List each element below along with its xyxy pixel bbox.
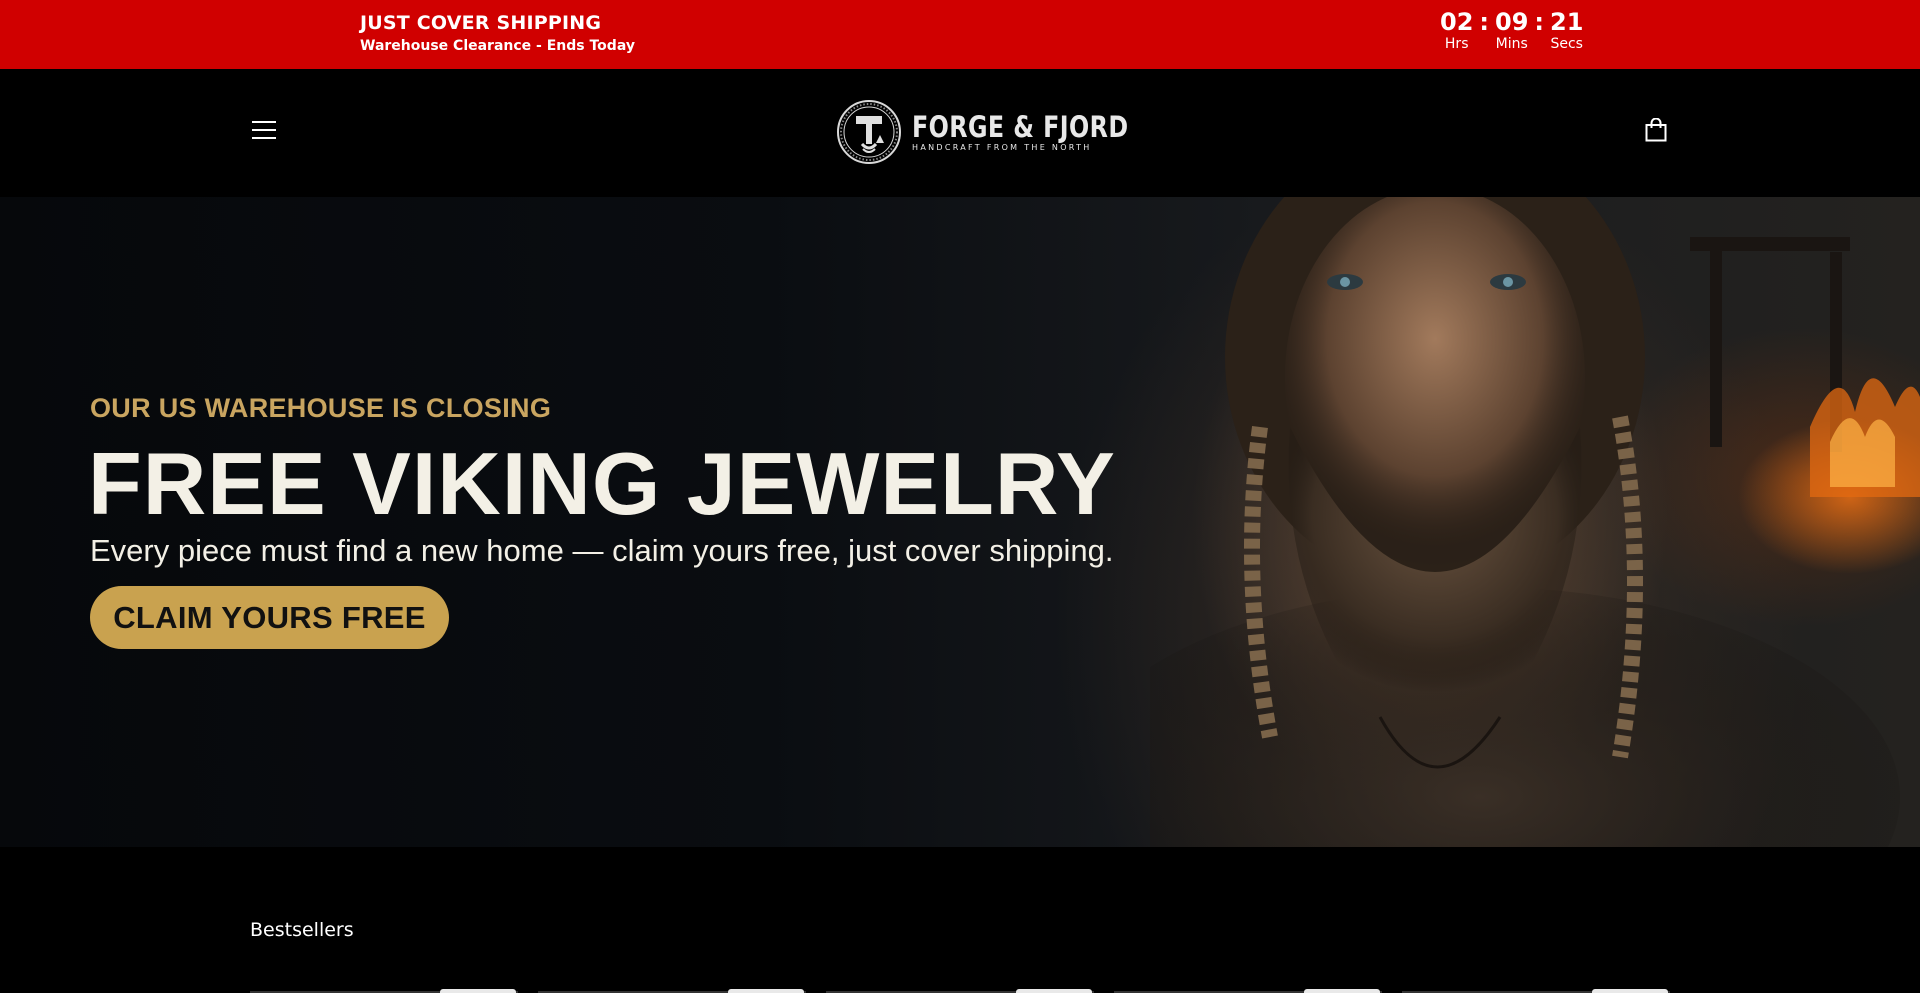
announcement-bar: JUST COVER SHIPPING Warehouse Clearance … bbox=[0, 0, 1920, 69]
hamburger-menu-icon[interactable] bbox=[252, 121, 276, 141]
logo-text: FORGE & FJORD HANDCRAFT FROM THE NORTH bbox=[912, 111, 1176, 153]
shopping-bag-icon[interactable] bbox=[1645, 118, 1667, 142]
announcement-title: JUST COVER SHIPPING bbox=[360, 12, 602, 34]
countdown-separator: : bbox=[1534, 8, 1545, 36]
hero-banner: OUR US WAREHOUSE IS CLOSING FREE VIKING … bbox=[0, 197, 1920, 847]
countdown-hours: 02 Hrs bbox=[1440, 7, 1473, 52]
viking-portrait-image bbox=[1150, 197, 1920, 847]
countdown-timer: 02 Hrs : 09 Mins : 21 Secs bbox=[1440, 7, 1583, 52]
hero-subtitle: Every piece must find a new home — claim… bbox=[90, 533, 1114, 568]
countdown-seconds-label: Secs bbox=[1550, 36, 1583, 52]
countdown-separator: : bbox=[1479, 8, 1490, 36]
logo-name: FORGE & FJORD bbox=[912, 110, 1129, 144]
claim-free-button[interactable]: CLAIM YOURS FREE bbox=[90, 586, 449, 649]
product-card[interactable] bbox=[826, 989, 1094, 993]
product-grid bbox=[250, 989, 1670, 993]
product-card[interactable] bbox=[250, 989, 518, 993]
logo-tagline: HANDCRAFT FROM THE NORTH bbox=[912, 143, 1092, 152]
product-card[interactable] bbox=[1402, 989, 1670, 993]
countdown-hours-label: Hrs bbox=[1444, 36, 1469, 52]
product-card[interactable] bbox=[1114, 989, 1382, 993]
countdown-seconds-value: 21 bbox=[1550, 8, 1584, 36]
site-header: FORGE & FJORD HANDCRAFT FROM THE NORTH bbox=[0, 69, 1920, 197]
announcement-subtitle: Warehouse Clearance - Ends Today bbox=[360, 38, 635, 54]
bestsellers-heading: Bestsellers bbox=[250, 919, 354, 941]
countdown-minutes-label: Mins bbox=[1495, 36, 1528, 52]
countdown-minutes-value: 09 bbox=[1495, 8, 1529, 36]
bestsellers-section: Bestsellers bbox=[0, 847, 1920, 993]
hero-eyebrow: OUR US WAREHOUSE IS CLOSING bbox=[90, 393, 552, 423]
countdown-seconds: 21 Secs bbox=[1550, 7, 1583, 52]
product-card[interactable] bbox=[538, 989, 806, 993]
hammer-emblem-icon bbox=[837, 100, 901, 164]
countdown-minutes: 09 Mins bbox=[1495, 7, 1528, 52]
site-logo[interactable]: FORGE & FJORD HANDCRAFT FROM THE NORTH bbox=[836, 99, 1176, 165]
countdown-hours-value: 02 bbox=[1440, 8, 1474, 36]
hero-title: FREE VIKING JEWELRY bbox=[88, 434, 1116, 533]
